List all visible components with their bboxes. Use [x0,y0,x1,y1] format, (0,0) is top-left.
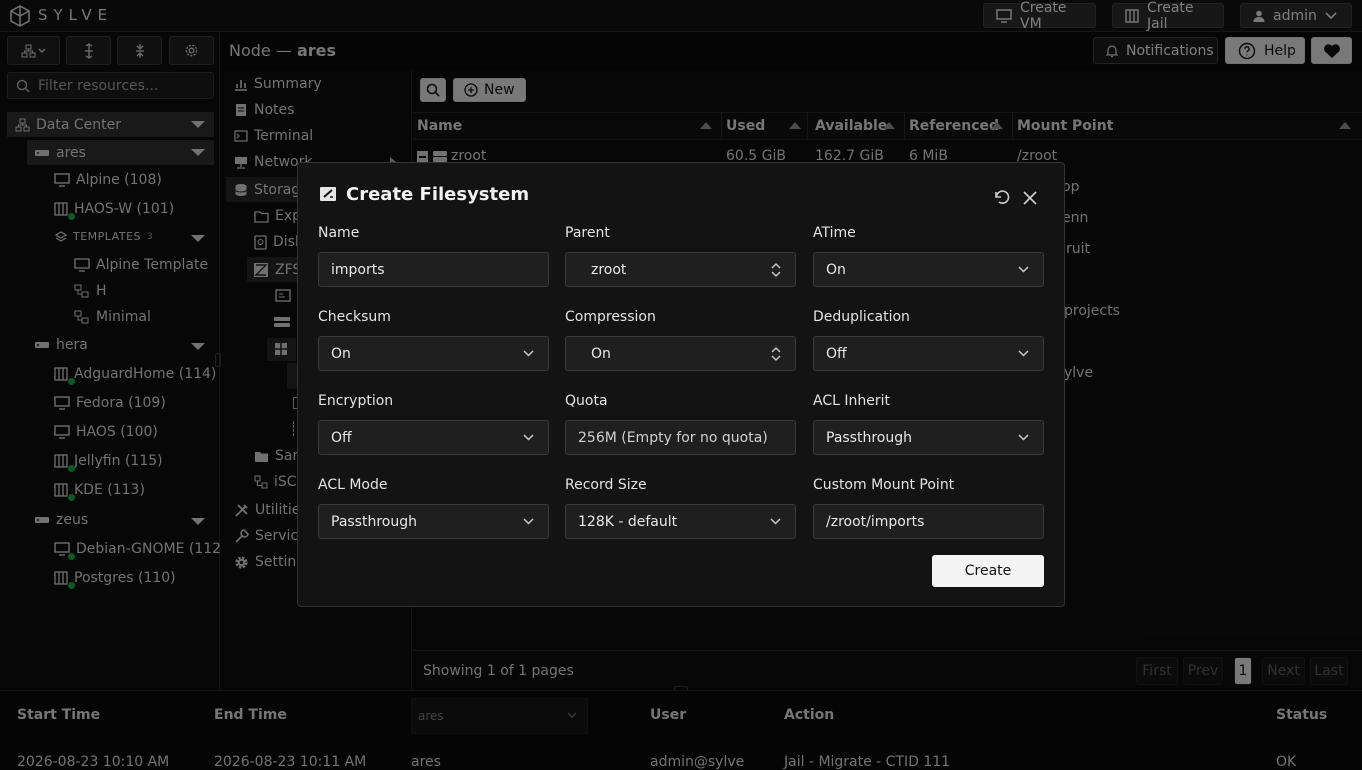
quota-input[interactable]: 256M (Empty for no quota) [565,420,796,455]
checksum-label: Checksum [318,309,391,325]
chevron-up-down-icon [771,263,781,277]
acl-inherit-label: ACL Inherit [813,393,890,409]
chevron-down-icon [1018,350,1029,357]
chevron-down-icon [523,350,534,357]
compression-value: On [591,345,611,362]
mount-point-label: Custom Mount Point [813,477,955,493]
reset-icon[interactable] [994,189,1011,205]
dedup-label: Deduplication [813,309,910,325]
dialog-title: Create Filesystem [346,184,530,205]
chevron-down-icon [523,518,534,525]
close-icon[interactable] [1023,191,1037,205]
chevron-down-icon [1018,434,1029,441]
create-button[interactable]: Create [932,555,1044,587]
acl-mode-select[interactable]: Passthrough [318,504,549,539]
chevron-down-icon [1018,266,1029,273]
name-input[interactable]: imports [318,252,549,287]
name-value: imports [331,261,385,278]
acl-inherit-select[interactable]: Passthrough [813,420,1044,455]
atime-select[interactable]: On [813,252,1044,287]
dedup-value: Off [826,345,847,362]
record-size-label: Record Size [565,477,647,493]
acl-mode-value: Passthrough [331,513,417,530]
quota-placeholder: 256M (Empty for no quota) [578,429,768,446]
record-size-value: 128K - default [578,513,678,530]
chevron-down-icon [523,434,534,441]
create-filesystem-dialog: Create Filesystem Name imports Parent zr… [297,162,1065,607]
mount-point-value: /zroot/imports [826,513,925,530]
compression-select[interactable]: On [565,336,796,371]
chevron-down-icon [770,518,781,525]
record-size-select[interactable]: 128K - default [565,504,796,539]
atime-value: On [826,261,846,278]
dedup-select[interactable]: Off [813,336,1044,371]
atime-label: ATime [813,225,856,241]
chevron-up-down-icon [771,347,781,361]
compression-label: Compression [565,309,656,325]
encryption-select[interactable]: Off [318,420,549,455]
encryption-value: Off [331,429,352,446]
parent-select[interactable]: zroot [565,252,796,287]
checksum-select[interactable]: On [318,336,549,371]
acl-mode-label: ACL Mode [318,477,388,493]
mount-point-input[interactable]: /zroot/imports [813,504,1044,539]
filesystem-icon [319,186,337,202]
parent-value: zroot [591,261,627,278]
checksum-value: On [331,345,351,362]
parent-label: Parent [565,225,610,241]
quota-label: Quota [565,393,608,409]
encryption-label: Encryption [318,393,394,409]
acl-inherit-value: Passthrough [826,429,912,446]
name-label: Name [318,225,360,241]
